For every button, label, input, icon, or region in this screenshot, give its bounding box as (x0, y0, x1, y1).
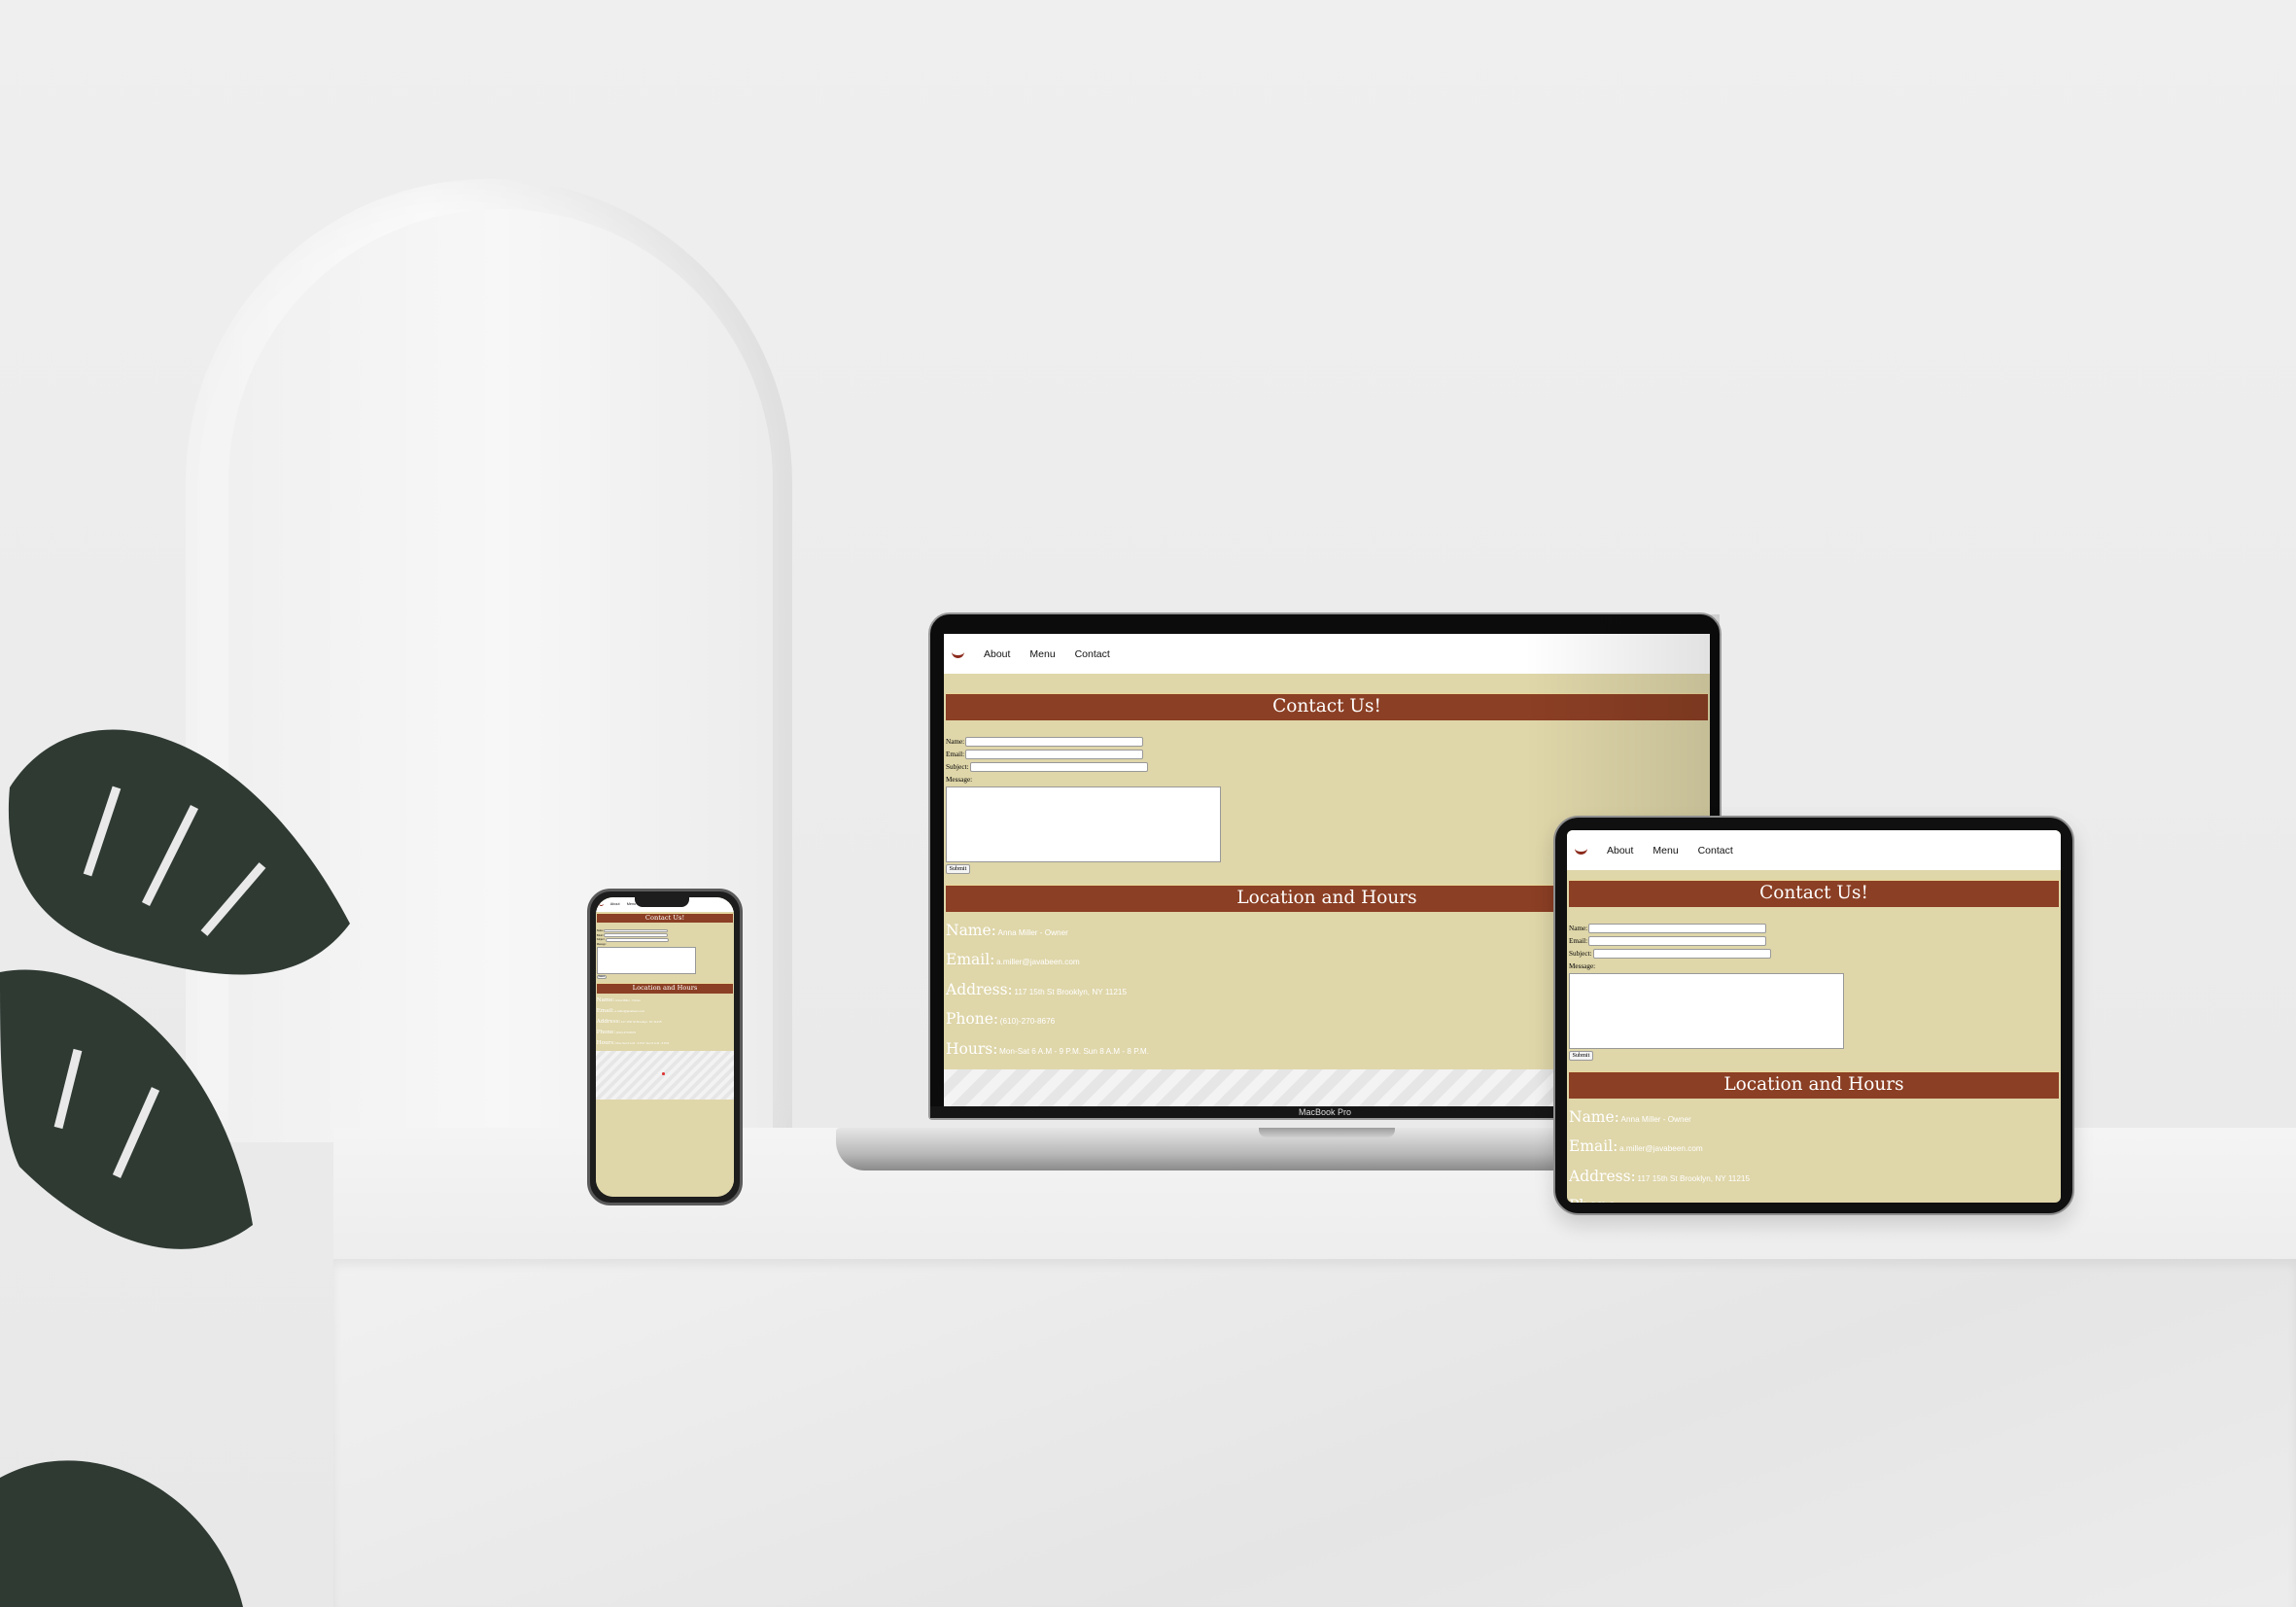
info-phone: Phone:(610)-270-8676 (1569, 1197, 2059, 1203)
contact-form: Name: Email: Subject: Message: Submit (596, 923, 734, 983)
nav-about[interactable]: About (984, 648, 1010, 660)
map-pin-icon (662, 1072, 666, 1076)
coffee-cup-logo-icon[interactable] (598, 903, 604, 906)
coffee-cup-logo-icon[interactable] (1575, 847, 1587, 855)
email-input[interactable] (965, 750, 1144, 759)
name-label: Name: (946, 738, 965, 747)
message-label: Message: (596, 943, 607, 946)
contact-info: Name:Anna Miller - Owner Email:a.miller@… (1567, 1099, 2061, 1203)
submit-button[interactable]: Submit (1569, 1050, 1593, 1061)
monstera-plant (0, 729, 351, 1607)
message-textarea[interactable] (596, 947, 696, 975)
coffee-cup-logo-icon[interactable] (952, 650, 964, 658)
location-heading: Location and Hours (1568, 1071, 2060, 1099)
tablet-screen: About Menu Contact Contact Us! Name: Ema… (1567, 830, 2061, 1203)
info-name: Name:Anna Miller - Owner (596, 996, 641, 1003)
subject-label: Subject: (1569, 950, 1592, 959)
subject-input[interactable] (1592, 949, 1771, 959)
info-email: Email:a.miller@javabeen.com (596, 1007, 645, 1014)
subject-label: Subject: (946, 763, 969, 772)
phone-screen: About Menu Contact Contact Us! Name: Ema… (596, 897, 734, 1197)
message-textarea[interactable] (946, 786, 1221, 863)
submit-button[interactable]: Submit (946, 863, 970, 874)
contact-heading: Contact Us! (596, 912, 734, 924)
contact-heading: Contact Us! (1568, 880, 2060, 907)
name-label: Name: (596, 928, 604, 932)
message-label: Message: (1569, 962, 1596, 971)
subject-input[interactable] (969, 762, 1148, 772)
nav-contact[interactable]: Contact (1698, 845, 1733, 856)
info-address: Address:117 15th St Brooklyn, NY 11215 (1569, 1167, 1751, 1185)
location-heading: Location and Hours (596, 983, 734, 995)
nav-about[interactable]: About (1607, 845, 1633, 856)
info-hours: Hours:Mon-Sat 6 A.M - 9 P.M. Sun 8 A.M -… (596, 1039, 670, 1046)
email-input[interactable] (603, 933, 668, 937)
contact-info: Name:Anna Miller - Owner Email:a.miller@… (596, 994, 734, 1050)
phone: About Menu Contact Contact Us! Name: Ema… (587, 889, 743, 1205)
submit-button[interactable]: Submit (596, 974, 607, 980)
tablet: About Menu Contact Contact Us! Name: Ema… (1553, 816, 2074, 1215)
nav-menu[interactable]: Menu (627, 902, 636, 906)
nav-menu[interactable]: Menu (1029, 648, 1055, 660)
email-input[interactable] (1588, 936, 1767, 946)
info-name: Name:Anna Miller - Owner (1569, 1107, 1691, 1126)
contact-form: Name: Email: Subject: Message: Submit (1567, 907, 2061, 1071)
email-label: Email: (596, 933, 604, 937)
subject-input[interactable] (605, 938, 670, 942)
name-input[interactable] (965, 737, 1144, 747)
contact-page: About Menu Contact Contact Us! Name: Ema… (596, 897, 734, 1197)
nav-contact[interactable]: Contact (1075, 648, 1110, 660)
location-map[interactable] (596, 1050, 734, 1100)
nav-bar: About Menu Contact (1567, 830, 2061, 870)
nav-menu[interactable]: Menu (1652, 845, 1678, 856)
name-label: Name: (1569, 925, 1588, 933)
info-phone: Phone:(610)-270-8676 (596, 1029, 637, 1035)
marble-table-front (333, 1259, 2296, 1607)
contact-page: About Menu Contact Contact Us! Name: Ema… (1567, 830, 2061, 1203)
name-input[interactable] (603, 928, 668, 933)
message-textarea[interactable] (1569, 973, 1844, 1050)
info-email: Email:a.miller@javabeen.com (1569, 1137, 1703, 1156)
phone-notch (635, 897, 689, 907)
mockup-scene: About Menu Contact Contact Us! Name: Ema… (0, 0, 2296, 1607)
subject-label: Subject: (596, 938, 606, 942)
nav-about[interactable]: About (610, 902, 620, 906)
message-label: Message: (946, 776, 973, 785)
name-input[interactable] (1588, 924, 1767, 933)
info-address: Address:117 15th St Brooklyn, NY 11215 (596, 1018, 662, 1025)
email-label: Email: (946, 751, 965, 759)
email-label: Email: (1569, 937, 1588, 946)
